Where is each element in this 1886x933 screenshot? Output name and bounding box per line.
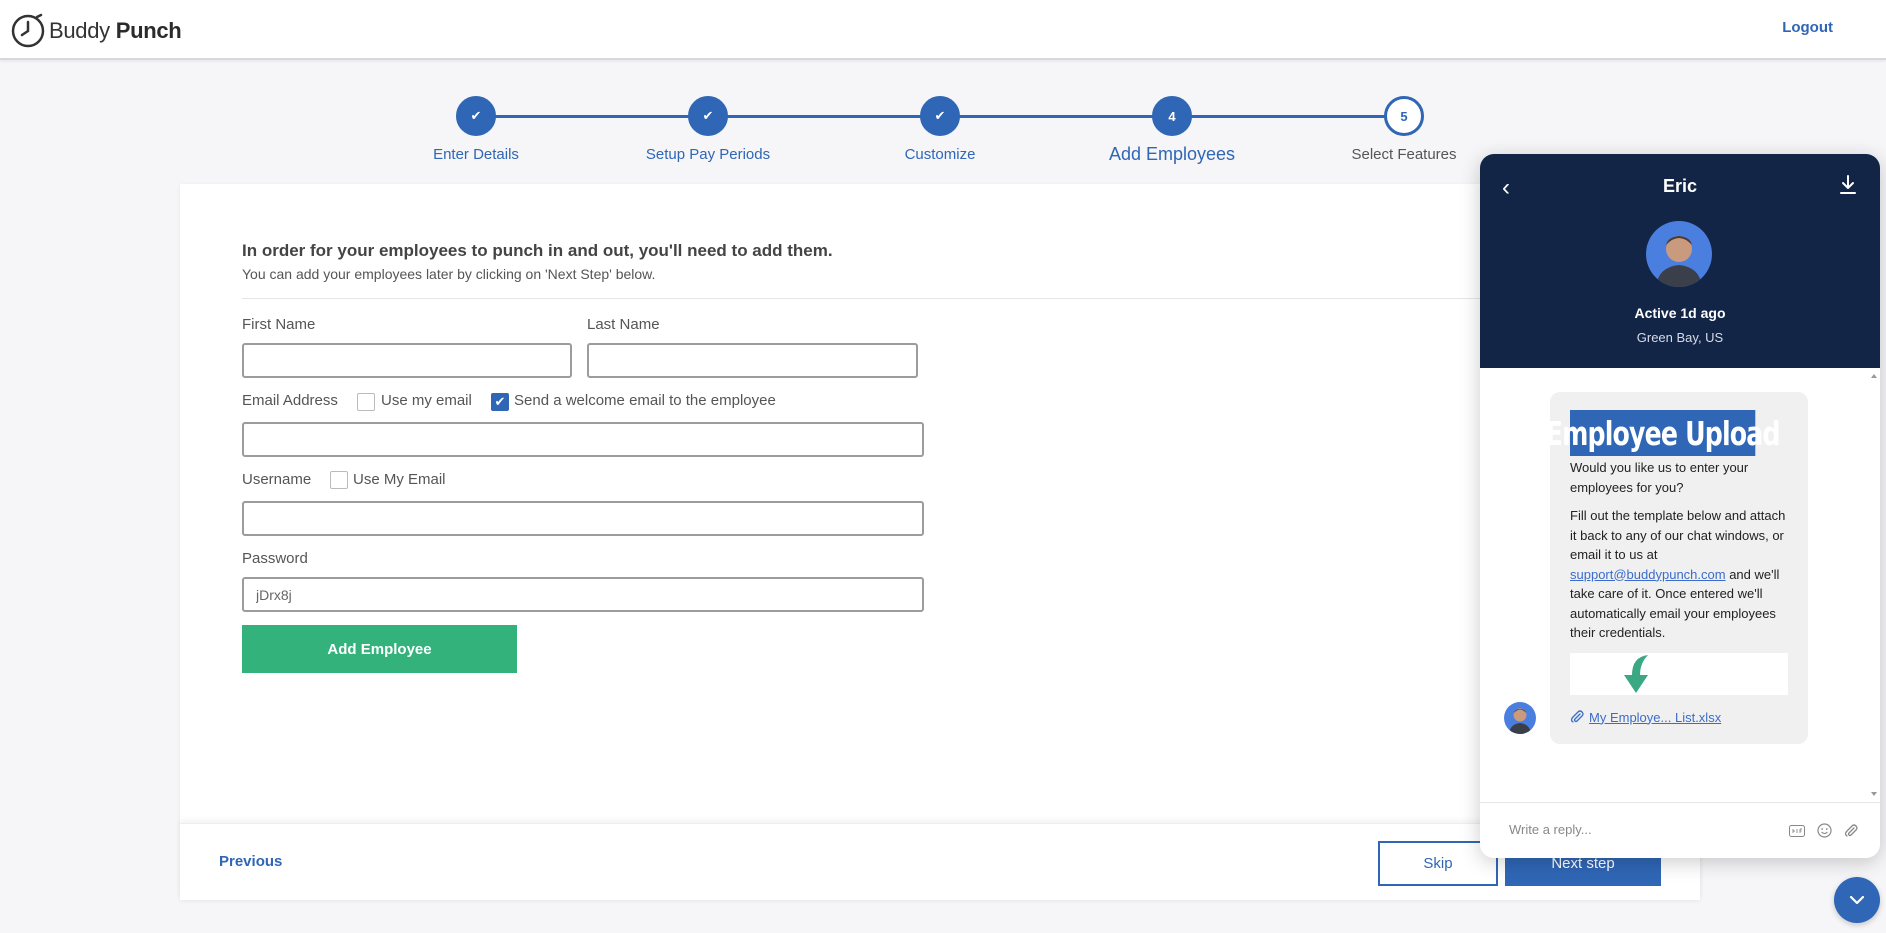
form-subtitle: You can add your employees later by clic… [242, 266, 656, 282]
logo-word-buddy: Buddy [49, 18, 110, 43]
use-my-email-username-checkbox[interactable] [330, 471, 348, 489]
logo-word-punch: Punch [115, 18, 182, 43]
green-down-arrow-icon [1624, 654, 1648, 693]
agent-status: Active 1d ago [1634, 305, 1726, 321]
message-question: Would you like us to enter your employee… [1570, 460, 1749, 495]
previous-link[interactable]: Previous [219, 853, 282, 870]
arrow-image [1570, 652, 1788, 695]
use-my-email-label[interactable]: Use my email [381, 392, 472, 409]
chat-scrollbar[interactable] [1870, 372, 1878, 798]
username-label: Username [242, 471, 312, 488]
username-input[interactable] [242, 501, 924, 536]
step-number: 4 [1152, 96, 1192, 136]
employee-upload-banner: Employee Upload [1546, 410, 1780, 456]
message-body: Fill out the template below and attach i… [1570, 506, 1788, 643]
email-input[interactable] [242, 422, 924, 457]
logo[interactable]: Buddy Punch [10, 13, 182, 49]
attach-paperclip-icon[interactable] [1844, 823, 1858, 838]
step-check-icon: ✔ [456, 96, 496, 136]
first-name-input[interactable] [242, 343, 572, 378]
agent-name: Eric [1662, 176, 1698, 196]
step-check-icon: ✔ [688, 96, 728, 136]
password-label: Password [242, 550, 308, 567]
reply-composer: Write a reply... [1480, 802, 1880, 858]
attachment-filename[interactable]: My Employe... List.xlsx [1589, 710, 1721, 725]
last-name-input[interactable] [587, 343, 918, 378]
support-email-link[interactable]: support@buddypunch.com [1570, 567, 1726, 582]
step-label: Setup Pay Periods [645, 146, 771, 163]
divider [242, 298, 1542, 299]
clock-logo-icon [11, 13, 45, 48]
emoji-icon[interactable] [1817, 823, 1832, 838]
use-my-email-checkbox[interactable] [357, 393, 375, 411]
step-label: Add Employees [1108, 144, 1236, 164]
check-icon: ✔ [494, 394, 506, 409]
step-number: 5 [1384, 96, 1424, 136]
message-avatar [1504, 702, 1536, 734]
agent-location: Green Bay, US [1636, 330, 1724, 345]
chevron-down-icon [1849, 895, 1865, 905]
logo-text: Buddy Punch [49, 18, 182, 44]
logout-link[interactable]: Logout [1782, 19, 1833, 36]
email-label: Email Address [242, 392, 338, 409]
use-my-email-username-label[interactable]: Use My Email [353, 471, 446, 488]
step-label: Enter Details [433, 146, 519, 163]
reply-input[interactable]: Write a reply... [1509, 822, 1592, 837]
send-welcome-checkbox[interactable]: ✔ [491, 393, 509, 411]
step-label: Customize [904, 146, 976, 163]
chat-message-bubble: Employee Upload Would you like us to ent… [1546, 392, 1808, 744]
step-add-employees: 4 Add Employees [1052, 96, 1292, 165]
agent-avatar [1646, 221, 1712, 287]
step-select-features: 5 Select Features [1284, 96, 1524, 163]
gif-icon[interactable] [1789, 824, 1805, 837]
password-input[interactable] [242, 577, 924, 612]
attachment-link[interactable]: My Employe... List.xlsx [1570, 710, 1788, 725]
send-welcome-label[interactable]: Send a welcome email to the employee [514, 392, 776, 409]
chat-panel: ‹ Eric Active 1d ago Green Bay, US Emplo… [1480, 154, 1880, 858]
top-bar: Buddy Punch Logout [0, 0, 1886, 60]
step-setup-pay-periods: ✔ Setup Pay Periods [588, 96, 828, 163]
composer-actions [1789, 823, 1858, 838]
first-name-label: First Name [242, 316, 316, 333]
step-enter-details: ✔ Enter Details [356, 96, 596, 163]
chat-launcher-button[interactable] [1834, 877, 1880, 923]
message-body-text: Fill out the template below and attach i… [1570, 508, 1786, 562]
chat-header: ‹ Eric Active 1d ago Green Bay, US [1480, 154, 1880, 368]
step-check-icon: ✔ [920, 96, 960, 136]
step-customize: ✔ Customize [820, 96, 1060, 163]
paperclip-icon [1570, 710, 1584, 723]
download-icon[interactable] [1838, 174, 1858, 196]
wizard-footer: Previous Skip Next step [180, 823, 1700, 900]
last-name-label: Last Name [587, 316, 660, 333]
add-employee-button[interactable]: Add Employee [242, 625, 517, 673]
add-employee-card: In order for your employees to punch in … [180, 184, 1700, 900]
form-title: In order for your employees to punch in … [242, 241, 833, 260]
